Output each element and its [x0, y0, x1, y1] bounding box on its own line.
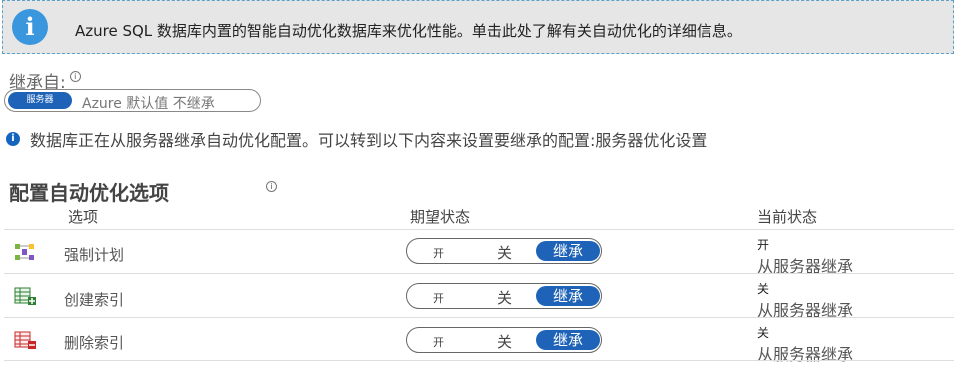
info-tooltip-icon[interactable]: i	[69, 71, 81, 82]
inherit-option-others[interactable]: Azure 默认值 不继承	[82, 93, 215, 113]
row-label-create-index: 创建索引	[64, 291, 125, 309]
toggle-option-off[interactable]: 关	[497, 331, 512, 352]
inherit-source-toggle[interactable]: 服务器 Azure 默认值 不继承	[4, 89, 261, 112]
force-plan-icon	[15, 244, 34, 260]
desired-state-toggle-drop-index[interactable]: 开 关 继承	[406, 327, 602, 353]
toggle-option-inherit[interactable]: 继承	[536, 330, 600, 350]
toggle-option-off[interactable]: 关	[497, 242, 512, 263]
info-banner[interactable]: i Azure SQL 数据库内置的智能自动优化数据库来优化性能。单击此处了解有…	[2, 0, 954, 54]
table-bottom-divider	[4, 360, 954, 361]
info-icon: i	[6, 132, 20, 146]
column-header-option: 选项	[68, 208, 99, 226]
create-index-icon	[14, 287, 36, 305]
inherit-note-text: 数据库正在从服务器继承自动优化配置。可以转到以下内容来设置要继承的配置:服务器优…	[30, 131, 708, 150]
column-header-current: 当前状态	[757, 208, 818, 226]
toggle-option-inherit[interactable]: 继承	[536, 241, 600, 261]
info-icon: i	[12, 9, 48, 45]
current-state-value: 关	[757, 282, 770, 296]
banner-text[interactable]: Azure SQL 数据库内置的智能自动优化数据库来优化性能。单击此处了解有关自…	[75, 20, 742, 41]
column-header-desired: 期望状态	[410, 208, 471, 226]
toggle-option-on[interactable]: 开	[433, 334, 444, 350]
desired-state-toggle-force-plan[interactable]: 开 关 继承	[406, 238, 602, 264]
inherit-option-server[interactable]: 服务器	[8, 92, 72, 109]
desired-state-toggle-create-index[interactable]: 开 关 继承	[406, 283, 602, 309]
current-state-value: 关	[757, 326, 770, 340]
info-tooltip-icon[interactable]: i	[266, 181, 277, 192]
toggle-option-on[interactable]: 开	[433, 245, 444, 261]
toggle-option-inherit[interactable]: 继承	[536, 286, 600, 306]
current-state-source: 从服务器继承	[757, 345, 854, 364]
row-label-drop-index: 删除索引	[64, 334, 125, 352]
drop-index-icon	[14, 331, 36, 349]
inherit-note: i 数据库正在从服务器继承自动优化配置。可以转到以下内容来设置要继承的配置:服务器…	[6, 127, 707, 151]
toggle-option-off[interactable]: 关	[497, 287, 512, 308]
section-title: 配置自动优化选项	[9, 181, 169, 205]
current-state-value: 开	[757, 238, 770, 252]
row-label-force-plan: 强制计划	[64, 246, 125, 264]
toggle-option-on[interactable]: 开	[433, 290, 444, 306]
